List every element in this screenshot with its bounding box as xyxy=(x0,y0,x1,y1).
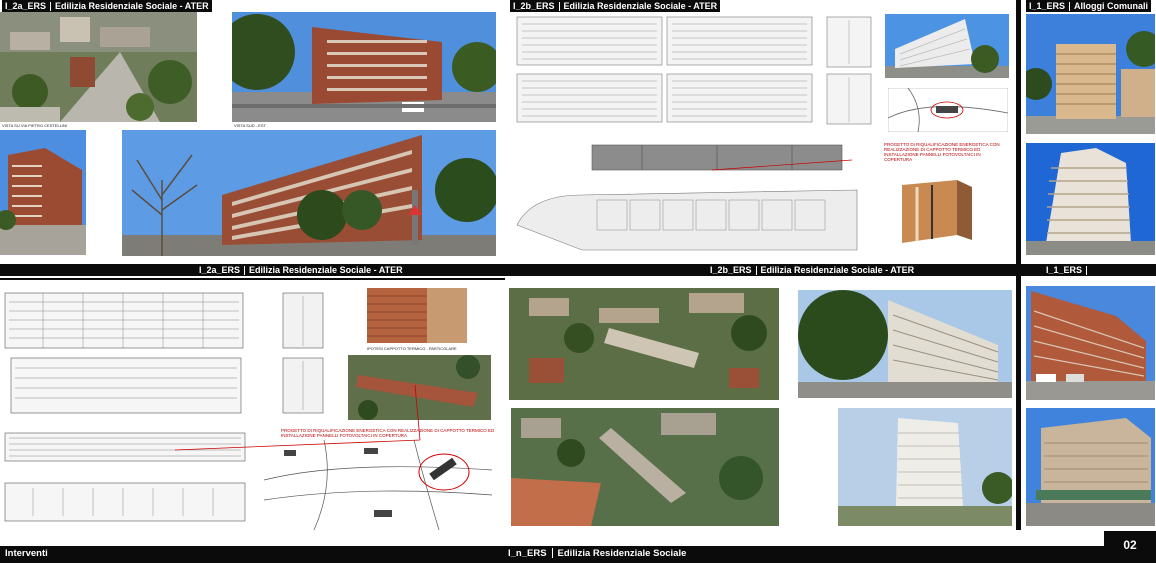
panel-label-i1-mid: I_1_ERS xyxy=(1043,264,1095,277)
photo-street-building xyxy=(122,130,496,256)
panel-title: Edilizia Residenziale Sociale - ATER xyxy=(249,265,403,275)
photo-brick-detail xyxy=(367,288,467,343)
insulation-detail-render xyxy=(897,175,979,247)
caption-ipotesi-cappotto: IPOTESI CAPPOTTO TERMICO - PARTICOLARE xyxy=(367,346,457,351)
panel-code: I_2b_ERS xyxy=(513,1,555,11)
elevation-drawings-i2b xyxy=(512,12,817,127)
photo-tower-i1-a xyxy=(1026,14,1155,134)
footer-title: Edilizia Residenziale Sociale xyxy=(557,548,687,559)
aerial-photo-i2b-b xyxy=(511,408,779,526)
caption-via-cestellini: VISTA SU VIA PIETRO CESTELLINI xyxy=(2,123,68,128)
divider-line xyxy=(0,278,505,280)
panel-label-i1-top: I_1_ERS Alloggi Comunali xyxy=(1026,0,1152,13)
footer-code: I_n_ERS xyxy=(508,548,547,559)
panel-title: Edilizia Residenziale Sociale - ATER xyxy=(55,1,209,11)
annotation-progetto-i2b: PROGETTO DI RIQUALIFICAZIONE ENERGETICA … xyxy=(884,142,1000,162)
photo-vista-sud-est xyxy=(232,12,496,122)
panel-code: I_2a_ERS xyxy=(199,265,241,275)
panel-code: I_2b_ERS xyxy=(710,265,752,275)
photo-i2b-tower xyxy=(838,408,1012,526)
section-bar-middle xyxy=(0,264,1156,276)
panel-label-i2b-top: I_2b_ERS Edilizia Residenziale Sociale - … xyxy=(510,0,721,13)
side-elevation-drawings xyxy=(825,12,875,127)
photo-i1-building-a xyxy=(1026,286,1155,400)
panel-label-i2a-mid: I_2a_ERS Edilizia Residenziale Sociale - … xyxy=(196,264,406,277)
page-number: 02 xyxy=(1104,531,1156,563)
photo-i2b-street xyxy=(798,290,1012,398)
site-plan-i2b xyxy=(887,87,1009,133)
footer-center-label: I_n_ERS Edilizia Residenziale Sociale xyxy=(508,548,686,559)
aerial-photo-via-cestellini xyxy=(0,12,197,122)
caption-vista-sud-est: VISTA SUD - EST xyxy=(234,123,266,128)
panel-code: I_2a_ERS xyxy=(5,1,47,11)
photo-i2b-building xyxy=(885,14,1009,78)
panel-title: Edilizia Residenziale Sociale - ATER xyxy=(760,265,915,275)
photo-i1-building-b xyxy=(1026,408,1155,526)
footer-left-label: Interventi xyxy=(5,548,48,559)
panel-code: I_1_ERS xyxy=(1046,265,1083,275)
photo-tower-i1-b xyxy=(1026,143,1155,255)
aerial-photo-i2b-a xyxy=(509,288,779,400)
panel-title: Alloggi Comunali xyxy=(1074,1,1149,11)
photo-corner-building xyxy=(0,130,86,255)
annotation-leader-line xyxy=(175,385,421,451)
panel-code: I_1_ERS xyxy=(1029,1,1066,11)
plan-drawings-i2b xyxy=(512,135,872,255)
panel-title: Edilizia Residenziale Sociale - ATER xyxy=(563,1,718,11)
panel-label-i2a-top: I_2a_ERS Edilizia Residenziale Sociale - … xyxy=(2,0,212,13)
panel-label-i2b-mid: I_2b_ERS Edilizia Residenziale Sociale - … xyxy=(707,264,918,277)
